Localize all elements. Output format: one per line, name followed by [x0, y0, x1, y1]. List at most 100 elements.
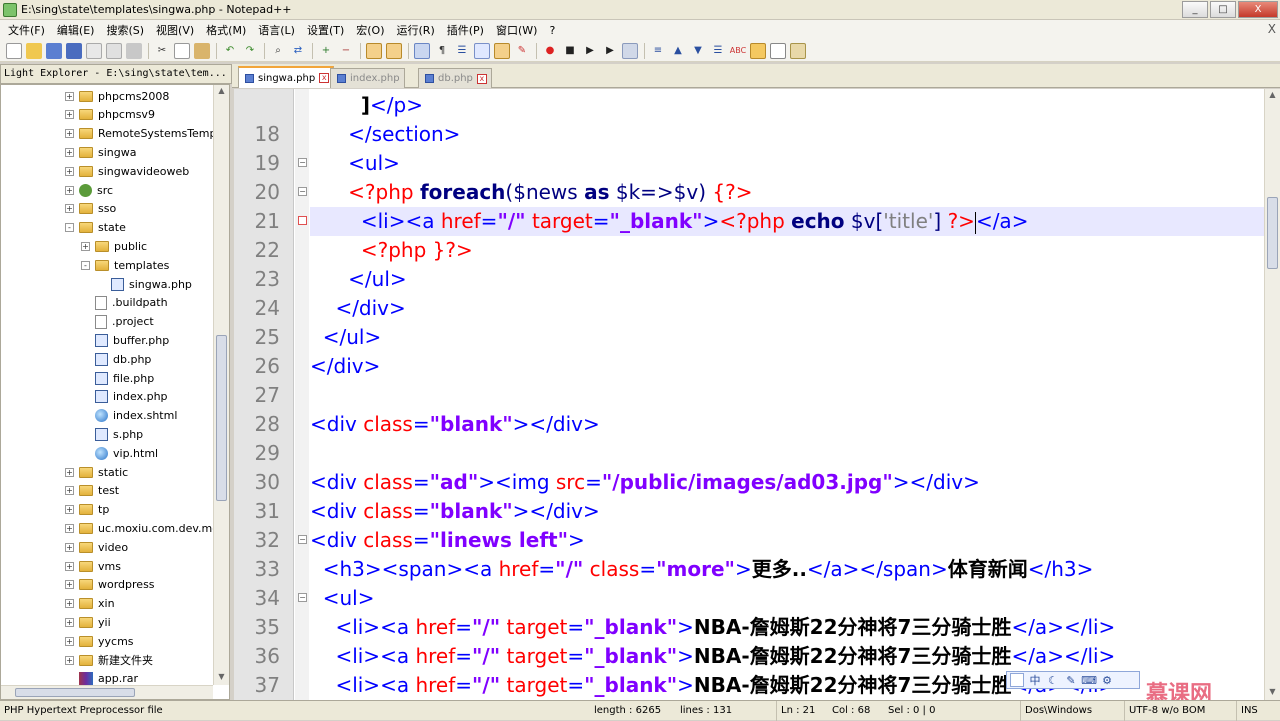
code-text[interactable]: <div class="linews left"> — [310, 526, 1264, 555]
tree-item[interactable]: + vms — [65, 557, 121, 575]
scrollbar-thumb[interactable] — [15, 688, 135, 697]
tree-item[interactable]: + tp — [65, 501, 109, 519]
expand-icon[interactable]: + — [65, 147, 74, 157]
code-text[interactable] — [310, 439, 1264, 468]
collapse-icon[interactable]: - — [65, 223, 74, 233]
expand-icon[interactable]: + — [65, 655, 74, 665]
code-text[interactable]: </div> — [310, 352, 1264, 381]
menu-item[interactable]: 插件(P) — [443, 22, 492, 38]
expand-icon[interactable]: + — [65, 580, 74, 590]
sync-h-icon[interactable] — [386, 42, 402, 59]
fold-toggle-icon[interactable]: − — [298, 187, 307, 196]
find-icon[interactable]: ⌕ — [270, 43, 286, 59]
expand-icon[interactable]: + — [65, 486, 74, 496]
code-text[interactable]: <li><a href="/" target="_blank">NBA-詹姆斯2… — [310, 613, 1264, 642]
fold-toggle-icon[interactable] — [298, 216, 307, 225]
scroll-down-arrow-icon[interactable]: ▼ — [216, 671, 227, 683]
code-text[interactable] — [310, 381, 1264, 410]
menu-item[interactable]: 运行(R) — [393, 22, 443, 38]
word-wrap-icon[interactable] — [414, 42, 430, 59]
sync-v-icon[interactable] — [366, 42, 382, 59]
collapse-icon[interactable]: - — [81, 260, 90, 270]
settings-icon[interactable] — [790, 42, 806, 59]
tab-close-icon[interactable]: x — [476, 73, 487, 84]
code-editor[interactable]: ]</p> 18 </section> 19− <ul> 20− <?php fore… — [234, 89, 1280, 700]
new-file-icon[interactable] — [6, 42, 22, 59]
code-text[interactable]: <div class="ad"><img src="/public/images… — [310, 468, 1264, 497]
plugin-up-icon[interactable]: ▲ — [670, 43, 686, 59]
expand-icon[interactable]: + — [65, 91, 74, 101]
menu-item[interactable]: 视图(V) — [152, 22, 202, 38]
code-text[interactable]: <?php }?> — [310, 236, 1264, 265]
stop-macro-icon[interactable]: ■ — [562, 43, 578, 59]
zoom-out-icon[interactable]: − — [338, 43, 354, 59]
doc-map-icon[interactable] — [494, 42, 510, 59]
tree-item[interactable]: + wordpress — [65, 576, 155, 594]
tab-singwa-php[interactable]: singwa.php x — [238, 66, 335, 88]
user-lang-icon[interactable] — [474, 42, 490, 59]
fold-toggle-icon[interactable]: − — [298, 535, 307, 544]
tree-item[interactable]: s.php — [81, 425, 143, 443]
tree-item[interactable]: + test — [65, 482, 119, 500]
close-all-icon[interactable] — [106, 42, 122, 59]
expand-icon[interactable]: + — [65, 617, 74, 627]
code-text[interactable]: <li><a href="/" target="_blank"><?php ec… — [310, 207, 1264, 236]
cut-icon[interactable]: ✂ — [154, 43, 170, 59]
tree-item[interactable]: .project — [81, 313, 154, 331]
tree-item[interactable]: + uc.moxiu.com.dev.mo — [65, 519, 219, 537]
tab-db-php[interactable]: db.php x — [418, 68, 492, 88]
save-macro-icon[interactable] — [622, 42, 638, 59]
fold-toggle-icon[interactable]: − — [298, 593, 307, 602]
ime-button-icon[interactable]: ⚙ — [1100, 673, 1114, 687]
ime-button-icon[interactable]: ⌨ — [1081, 673, 1097, 687]
expand-icon[interactable]: + — [81, 241, 90, 251]
scrollbar-thumb[interactable] — [1267, 197, 1278, 269]
play-macro-icon[interactable]: ▶ — [582, 43, 598, 59]
tree-item[interactable]: + 新建文件夹 — [65, 651, 153, 669]
explorer-toggle-icon[interactable] — [750, 42, 766, 59]
plugin-icon-2[interactable]: ☰ — [710, 43, 726, 59]
spellcheck-icon[interactable]: ABC — [730, 43, 746, 59]
tree-item[interactable]: index.php — [81, 388, 168, 406]
tab-close-icon[interactable]: x — [319, 73, 330, 83]
menu-item[interactable]: 格式(M) — [202, 22, 254, 38]
tree-item[interactable]: vip.html — [81, 444, 158, 462]
scroll-up-arrow-icon[interactable]: ▲ — [216, 85, 227, 97]
expand-icon[interactable]: + — [65, 467, 74, 477]
tree-item[interactable]: + video — [65, 538, 128, 556]
menu-item[interactable]: ? — [545, 24, 563, 37]
code-text[interactable]: <li><a href="/" target="_blank">NBA-詹姆斯2… — [310, 642, 1264, 671]
tree-item[interactable]: buffer.php — [81, 331, 169, 349]
function-list-icon[interactable]: ✎ — [514, 43, 530, 59]
menu-item[interactable]: 宏(O) — [352, 22, 392, 38]
tree-item[interactable]: + yii — [65, 613, 111, 631]
code-text[interactable]: <div class="blank"></div> — [310, 410, 1264, 439]
expand-icon[interactable]: + — [65, 129, 74, 139]
menu-close-icon[interactable]: X — [1268, 22, 1276, 36]
menu-item[interactable]: 文件(F) — [4, 22, 53, 38]
scroll-up-arrow-icon[interactable]: ▲ — [1267, 89, 1278, 101]
tree-item[interactable]: + phpcms2008 — [65, 87, 169, 105]
tree-item[interactable]: + yycms — [65, 632, 134, 650]
tree-item[interactable]: + sso — [65, 200, 116, 218]
code-text[interactable]: </section> — [310, 120, 1264, 149]
menu-item[interactable]: 窗口(W) — [492, 22, 545, 38]
expand-icon[interactable]: + — [65, 523, 74, 533]
code-text[interactable]: </ul> — [310, 265, 1264, 294]
play-multiple-icon[interactable]: ▶ — [602, 43, 618, 59]
paste-icon[interactable] — [194, 42, 210, 59]
expand-icon[interactable]: + — [65, 542, 74, 552]
expand-icon[interactable]: + — [65, 505, 74, 515]
maximize-button[interactable]: □ — [1210, 1, 1236, 18]
record-macro-icon[interactable]: ● — [542, 43, 558, 59]
tree-item[interactable]: + src — [65, 181, 113, 199]
code-text[interactable]: </div> — [310, 294, 1264, 323]
tree-item[interactable]: .buildpath — [81, 294, 168, 312]
tree-item[interactable]: + public — [81, 237, 147, 255]
redo-icon[interactable]: ↷ — [242, 43, 258, 59]
code-text[interactable]: <ul> — [310, 149, 1264, 178]
plugin-down-icon[interactable]: ▼ — [690, 43, 706, 59]
tree-item[interactable]: db.php — [81, 350, 151, 368]
save-all-icon[interactable] — [66, 42, 82, 59]
tree-item[interactable]: singwa.php — [97, 275, 192, 293]
